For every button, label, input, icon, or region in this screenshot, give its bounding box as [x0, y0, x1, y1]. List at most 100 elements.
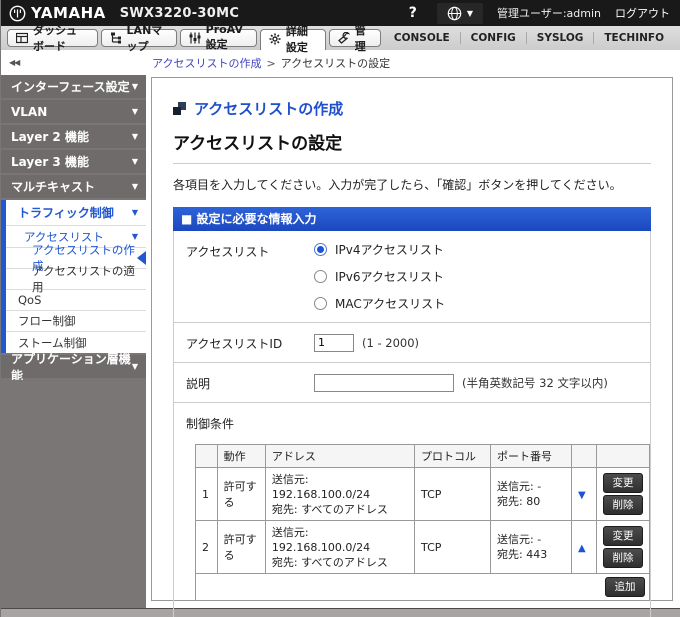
- sidebar-item-multicast[interactable]: マルチキャスト ▼: [1, 175, 146, 198]
- instruction-text: 各項目を入力してください。入力が完了したら、「確認」ボタンを押してください。: [173, 178, 622, 192]
- address-destination: 宛先: すべてのアドレス: [271, 555, 388, 569]
- radio-button-icon: [314, 243, 327, 256]
- radio-label: IPv6アクセスリスト: [335, 270, 444, 284]
- tab-management[interactable]: 管 理: [328, 24, 381, 53]
- config-link[interactable]: CONFIG: [459, 32, 526, 44]
- sidebar-item-qos[interactable]: QoS: [6, 290, 146, 311]
- tab-detailed-settings[interactable]: 詳細設定: [259, 25, 326, 54]
- sidebar-item-interface-settings[interactable]: インターフェース設定 ▼: [1, 75, 146, 98]
- move-down-icon[interactable]: ▼: [578, 490, 586, 501]
- sidebar-collapse-icon[interactable]: ◀◀: [1, 58, 146, 67]
- field-label: アクセスリストID: [186, 337, 283, 351]
- col-port: ポート番号: [490, 444, 572, 468]
- delete-button[interactable]: 削除: [602, 495, 643, 515]
- delete-button[interactable]: 削除: [602, 548, 643, 568]
- settings-sidebar: インターフェース設定 ▼ VLAN ▼ Layer 2 機能 ▼ Layer 3…: [1, 75, 146, 608]
- move-up-icon[interactable]: ▲: [578, 543, 586, 554]
- radio-label: IPv4アクセスリスト: [335, 243, 444, 257]
- sidebar-item-label: Layer 2 機能: [11, 130, 89, 144]
- row-number: 2: [195, 520, 218, 574]
- field-label: アクセスリスト: [186, 245, 270, 259]
- description-hint: (半角英数記号 32 文字以内): [462, 375, 608, 390]
- tab-proav-settings[interactable]: ProAV設定: [179, 23, 257, 51]
- language-selector[interactable]: ▼: [436, 2, 484, 24]
- chevron-down-icon: ▼: [131, 208, 138, 217]
- row-action: 許可する: [216, 520, 266, 574]
- breadcrumb-strip: ◀◀ アクセスリストの作成 > アクセスリストの設定: [1, 50, 680, 75]
- chevron-down-icon: ▼: [131, 232, 138, 241]
- syslog-link[interactable]: SYSLOG: [525, 32, 594, 44]
- help-button[interactable]: ?: [403, 5, 423, 21]
- change-button[interactable]: 変更: [602, 526, 643, 546]
- sidebar-item-storm-control[interactable]: ストーム制御: [6, 332, 146, 353]
- table-row: 1 許可する 送信元: 192.168.100.0/24 宛先: すべてのアドレ…: [195, 467, 651, 521]
- selected-item-marker: [137, 251, 146, 265]
- sidebar-item-application-layer[interactable]: アプリケーション層機能 ▼: [1, 352, 146, 383]
- breadcrumb-separator: >: [266, 56, 276, 70]
- col-action: 動作: [216, 444, 266, 468]
- row-number: 1: [195, 467, 218, 521]
- title-divider: [173, 163, 651, 164]
- form-row-conditions: 制御条件 動作 アドレス プロトコル ポート番号 1 許可する 送信元: 192…: [174, 403, 651, 617]
- tab-label: 管 理: [354, 23, 366, 53]
- conditions-table: 動作 アドレス プロトコル ポート番号 1 許可する 送信元: 192.168.…: [195, 444, 651, 601]
- table-row: 2 許可する 送信元: 192.168.100.0/24 宛先: すべてのアドレ…: [195, 520, 651, 574]
- lan-map-icon: [110, 32, 122, 44]
- radio-ipv6-access-list[interactable]: IPv6アクセスリスト: [314, 268, 445, 285]
- col-index: [195, 444, 218, 468]
- chevron-down-icon: ▼: [131, 157, 138, 166]
- chevron-down-icon: ▼: [131, 182, 138, 191]
- access-list-id-input[interactable]: [314, 333, 354, 352]
- field-label: 制御条件: [186, 417, 235, 431]
- row-move-cell: ▲: [570, 520, 597, 574]
- utility-links: CONSOLE CONFIG SYSLOG TECHINFO: [384, 26, 674, 50]
- form-row-access-list-type: アクセスリスト IPv4アクセスリスト IPv6アクセスリスト MACアクセスリ…: [174, 231, 650, 323]
- col-protocol: プロトコル: [414, 444, 491, 468]
- row-address: 送信元: 192.168.100.0/24 宛先: すべてのアドレス: [264, 520, 416, 574]
- console-link[interactable]: CONSOLE: [384, 32, 460, 44]
- col-buttons: [595, 444, 651, 468]
- sidebar-item-traffic-control[interactable]: トラフィック制御 ▼: [6, 200, 146, 226]
- id-range-hint: (1 - 2000): [362, 335, 420, 350]
- brand-logo: YAMAHA: [9, 4, 106, 22]
- gear-icon: [269, 33, 281, 45]
- sidebar-item-label: インターフェース設定: [11, 80, 130, 94]
- add-button[interactable]: 追加: [605, 577, 645, 597]
- sidebar-item-vlan[interactable]: VLAN ▼: [1, 100, 146, 123]
- sidebar-item-access-list-apply[interactable]: アクセスリストの適用: [6, 264, 146, 294]
- tab-dashboard[interactable]: ダッシュボード: [7, 24, 98, 53]
- chevron-down-icon: ▼: [131, 132, 138, 141]
- tab-label: LANマップ: [126, 23, 163, 53]
- tab-label: ProAV設定: [205, 23, 243, 51]
- row-port: 送信元: - 宛先: 80: [490, 467, 572, 521]
- tab-lan-map[interactable]: LANマップ: [100, 24, 177, 53]
- row-move-cell: ▼: [570, 467, 597, 521]
- col-move: [570, 444, 597, 468]
- sidebar-item-label: VLAN: [11, 104, 48, 119]
- techinfo-link[interactable]: TECHINFO: [593, 32, 674, 44]
- sidebar-item-layer3[interactable]: Layer 3 機能 ▼: [1, 150, 146, 173]
- radio-mac-access-list[interactable]: MACアクセスリスト: [314, 295, 445, 312]
- row-address: 送信元: 192.168.100.0/24 宛先: すべてのアドレス: [264, 467, 416, 521]
- sidebar-item-flow-control[interactable]: フロー制御: [6, 311, 146, 332]
- breadcrumb: アクセスリストの作成 > アクセスリストの設定: [146, 55, 390, 71]
- sidebar-group-traffic-control: トラフィック制御 ▼ アクセスリスト ▼ アクセスリストの作成 アクセスリストの…: [1, 200, 146, 353]
- row-buttons-cell: 変更 削除: [595, 520, 651, 574]
- field-label: 説明: [186, 377, 211, 391]
- sidebar-item-layer2[interactable]: Layer 2 機能 ▼: [1, 125, 146, 148]
- table-add-row: 追加: [195, 573, 650, 601]
- sidebar-filler: [1, 380, 146, 608]
- change-button[interactable]: 変更: [602, 473, 643, 493]
- globe-icon: [447, 6, 462, 20]
- radio-ipv4-access-list[interactable]: IPv4アクセスリスト: [314, 241, 445, 258]
- breadcrumb-parent-link[interactable]: アクセスリストの作成: [152, 57, 261, 70]
- row-protocol: TCP: [414, 467, 491, 521]
- description-input[interactable]: [314, 373, 454, 392]
- main-tab-bar: ダッシュボード LANマップ ProAV設定 詳細設定 管 理 CONSOLE …: [1, 23, 680, 54]
- radio-button-icon: [314, 297, 327, 310]
- logout-link[interactable]: ログアウト: [615, 5, 670, 21]
- breadcrumb-current: アクセスリストの設定: [280, 56, 391, 70]
- chevron-down-icon: ▼: [131, 362, 138, 371]
- row-buttons-cell: 変更 削除: [595, 467, 651, 521]
- form-row-access-list-id: アクセスリストID (1 - 2000): [174, 323, 650, 363]
